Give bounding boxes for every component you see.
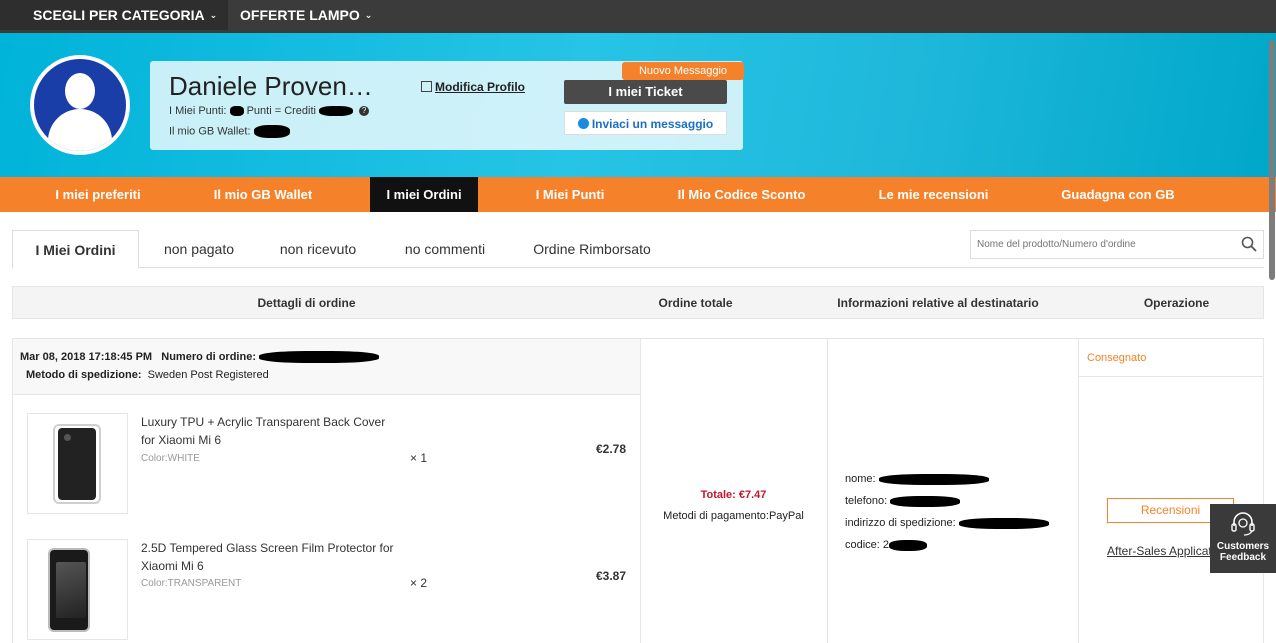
order-card: Mar 08, 2018 17:18:45 PM Numero di ordin… xyxy=(12,338,1264,643)
header-order-total: Ordine totale xyxy=(658,296,733,310)
divider xyxy=(1078,339,1079,643)
edit-profile-link[interactable]: Modifica Profilo xyxy=(421,80,525,94)
nav-my-reviews[interactable]: Le mie recensioni xyxy=(862,177,1005,212)
flash-deals-menu[interactable]: OFFERTE LAMPO ⌄ xyxy=(240,0,372,30)
recipient-phone: telefono: xyxy=(845,490,1049,512)
flash-deals-label: OFFERTE LAMPO xyxy=(240,7,360,23)
redacted-value xyxy=(958,517,1049,529)
product-quantity: × 2 xyxy=(410,576,428,590)
redacted-value xyxy=(889,539,928,551)
order-number-label: Numero di ordine: xyxy=(161,351,256,363)
points-label: I Miei Punti: xyxy=(169,105,227,117)
redacted-value xyxy=(259,351,380,364)
tab-refunded[interactable]: Ordine Rimborsato xyxy=(522,230,662,268)
headset-icon xyxy=(1231,512,1255,536)
tab-my-orders[interactable]: I Miei Ordini xyxy=(12,230,139,269)
nav-gb-wallet[interactable]: Il mio GB Wallet xyxy=(198,177,328,212)
top-navigation-bar: SCEGLI PER CATEGORIA ⌄ OFFERTE LAMPO ⌄ xyxy=(0,0,1276,33)
nav-earn-with-gb[interactable]: Guadagna con GB xyxy=(1045,177,1191,212)
chevron-down-icon: ⌄ xyxy=(209,10,218,20)
list-item: Luxury TPU + Acrylic Transparent Back Co… xyxy=(13,413,640,539)
search-input[interactable] xyxy=(971,231,1231,258)
user-name: Daniele Proven… xyxy=(169,71,373,101)
points-equation: Punti = Crediti xyxy=(246,105,316,117)
recipient-name: nome: xyxy=(845,468,1049,490)
chevron-down-icon: ⌄ xyxy=(364,10,373,20)
product-quantity: × 1 xyxy=(410,451,428,465)
product-color: Color:TRANSPARENT xyxy=(141,578,242,589)
search-icon[interactable] xyxy=(1241,236,1257,252)
product-price: €3.87 xyxy=(595,569,626,583)
status-badge: Consegnato xyxy=(1078,339,1264,377)
order-total: Totale: €7.47 Metodi di pagamento:PayPal xyxy=(640,489,827,522)
product-color: Color:WHITE xyxy=(141,453,200,464)
header-operation: Operazione xyxy=(1143,296,1210,310)
account-navigation: I miei preferiti Il mio GB Wallet I miei… xyxy=(0,177,1276,212)
recipient-info: nome: telefono: indirizzo di spedizione:… xyxy=(845,468,1049,556)
send-message-label: Inviaci un messaggio xyxy=(591,117,714,131)
order-date: Mar 08, 2018 17:18:45 PM xyxy=(20,351,153,363)
edit-icon xyxy=(421,81,432,92)
divider xyxy=(827,339,828,643)
recipient-code: codice: 2 xyxy=(845,534,1049,556)
redacted-value xyxy=(878,473,989,485)
feedback-label-line1: Customers xyxy=(1216,541,1270,552)
tab-not-received[interactable]: non ricevuto xyxy=(268,230,368,268)
shipping-line: Metodo di spedizione: Sweden Post Regist… xyxy=(26,369,269,381)
order-header: Mar 08, 2018 17:18:45 PM Numero di ordin… xyxy=(13,339,640,395)
order-search xyxy=(970,230,1264,259)
my-tickets-button[interactable]: I miei Ticket xyxy=(564,80,727,104)
profile-card: Daniele Proven… I Miei Punti: Punti = Cr… xyxy=(150,61,744,150)
redacted-value xyxy=(253,125,290,138)
redacted-value xyxy=(319,106,354,117)
order-date-line: Mar 08, 2018 17:18:45 PM Numero di ordin… xyxy=(20,351,380,364)
tab-unpaid[interactable]: non pagato xyxy=(150,230,248,268)
header-order-details: Dettagli di ordine xyxy=(257,296,356,310)
edit-profile-label: Modifica Profilo xyxy=(435,80,525,94)
recipient-name-label: nome: xyxy=(845,473,876,485)
nav-my-points[interactable]: I Miei Punti xyxy=(520,177,620,212)
nav-my-orders[interactable]: I miei Ordini xyxy=(370,177,478,212)
product-name[interactable]: Luxury TPU + Acrylic Transparent Back Co… xyxy=(141,413,401,449)
avatar[interactable] xyxy=(30,55,130,155)
profile-banner: Daniele Proven… I Miei Punti: Punti = Cr… xyxy=(0,33,1276,177)
messenger-icon xyxy=(577,118,589,129)
total-amount: Totale: €7.47 xyxy=(700,489,767,501)
product-price: €2.78 xyxy=(595,442,626,456)
product-image[interactable] xyxy=(27,539,128,640)
tab-no-comments[interactable]: no commenti xyxy=(392,230,498,268)
category-menu[interactable]: SCEGLI PER CATEGORIA ⌄ xyxy=(0,0,228,30)
send-message-button[interactable]: Inviaci un messaggio xyxy=(564,111,727,135)
payment-method: Metodi di pagamento:PayPal xyxy=(663,510,804,522)
user-silhouette-icon xyxy=(34,59,126,151)
product-name[interactable]: 2.5D Tempered Glass Screen Film Protecto… xyxy=(141,539,401,575)
header-recipient-info: Informazioni relative al destinatario xyxy=(837,296,1039,310)
points-line: I Miei Punti: Punti = Crediti ? xyxy=(169,105,370,117)
shipping-label: Metodo di spedizione: xyxy=(26,369,142,381)
list-item: 2.5D Tempered Glass Screen Film Protecto… xyxy=(13,539,640,643)
new-message-badge[interactable]: Nuovo Messaggio xyxy=(622,62,744,80)
redacted-value xyxy=(890,495,961,507)
page-scrollbar[interactable] xyxy=(1268,40,1276,280)
customers-feedback-button[interactable]: Customers Feedback xyxy=(1210,504,1276,573)
shipping-method: Sweden Post Registered xyxy=(147,369,269,381)
recipient-address-label: indirizzo di spedizione: xyxy=(845,517,956,529)
wallet-line: Il mio GB Wallet: xyxy=(169,125,290,138)
recipient-code-label: codice: xyxy=(845,539,880,551)
feedback-label-line2: Feedback xyxy=(1219,552,1267,563)
nav-favorites[interactable]: I miei preferiti xyxy=(38,177,158,212)
nav-discount-code[interactable]: Il Mio Codice Sconto xyxy=(664,177,819,212)
redacted-value xyxy=(229,106,244,117)
orders-table-header: Dettagli di ordine Ordine totale Informa… xyxy=(12,286,1264,319)
help-icon[interactable]: ? xyxy=(359,106,370,117)
category-menu-label: SCEGLI PER CATEGORIA xyxy=(33,7,205,23)
recipient-address: indirizzo di spedizione: xyxy=(845,512,1049,534)
wallet-label: Il mio GB Wallet: xyxy=(169,125,251,138)
scrollbar-thumb[interactable] xyxy=(1269,40,1275,280)
product-image[interactable] xyxy=(27,413,128,514)
recipient-phone-label: telefono: xyxy=(845,495,888,507)
